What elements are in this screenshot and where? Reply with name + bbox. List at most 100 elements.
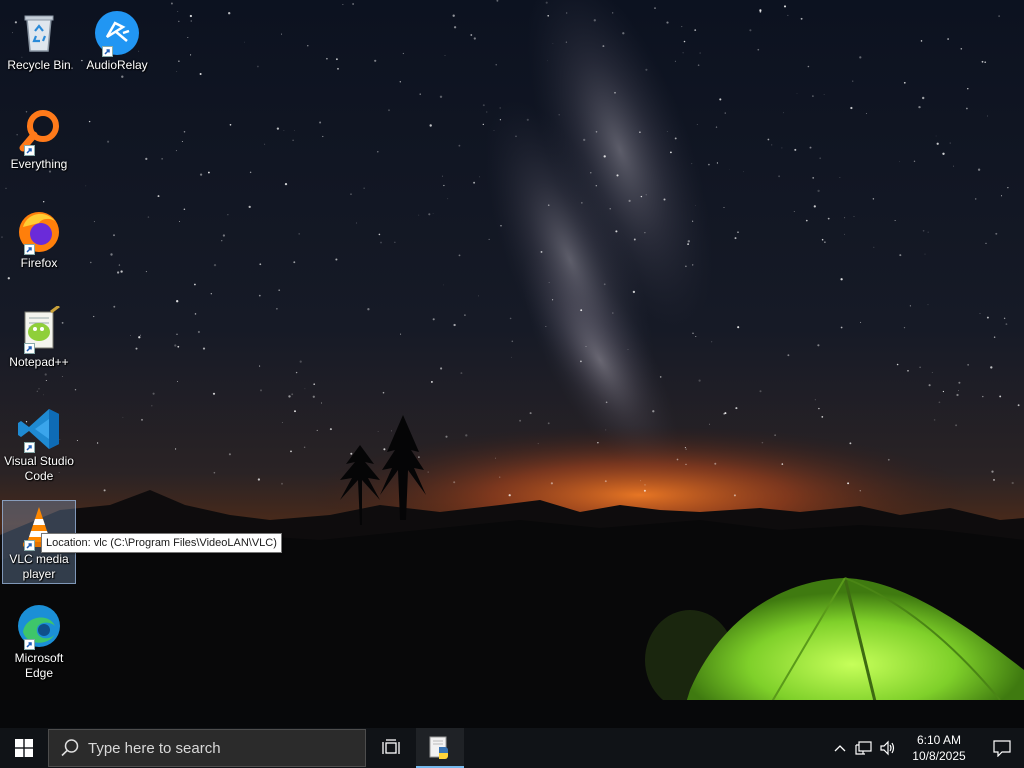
desktop-icon-audiorelay[interactable]: AudioRelay [80,6,154,90]
action-center-button[interactable] [980,728,1024,768]
star [176,71,178,72]
task-view-button[interactable] [368,728,416,768]
star [927,231,929,233]
star [843,233,845,235]
star [696,123,698,125]
star [465,434,468,437]
star [998,15,1000,17]
star [918,105,921,109]
volume-button[interactable] [876,728,900,768]
star [805,219,808,222]
search-input[interactable] [88,739,348,757]
star [183,130,186,133]
star [919,366,921,369]
star [724,412,727,415]
star [439,95,443,99]
star [793,211,795,212]
star [145,271,147,273]
desktop-icon-vscode[interactable]: Visual Studio Code [2,402,76,490]
star [813,205,816,208]
star [955,424,958,427]
desktop-icon-notepadpp[interactable]: Notepad++ [2,303,76,387]
star [545,326,547,327]
network-button[interactable] [852,728,876,768]
star [43,394,44,396]
star [244,41,245,43]
shortcut-arrow-icon [24,639,35,650]
star [194,313,197,315]
desktop-icon-everything[interactable]: Everything [2,105,76,189]
star [927,304,929,306]
start-button[interactable] [0,728,48,768]
star [743,171,744,173]
desktop-icon-label: Microsoft Edge [14,651,64,680]
star [427,471,429,473]
star [652,410,655,413]
star [783,5,787,8]
clock-time: 6:10 AM [916,733,962,747]
icon-location-tooltip: Location: vlc (C:\Program Files\VideoLAN… [41,533,282,553]
star [335,58,338,61]
star [698,379,701,382]
star [734,237,737,240]
star [632,290,636,294]
star [377,151,379,153]
star [147,216,150,218]
star [363,187,365,189]
star [603,283,606,286]
star [367,308,370,311]
star [321,402,323,404]
star [138,336,141,339]
star [714,462,717,465]
star [781,463,784,465]
desktop-icon-recycle-bin[interactable]: Recycle Bin [2,6,76,90]
star [708,163,710,166]
star [692,332,694,335]
star [443,184,445,187]
star [920,40,923,42]
star [695,205,696,207]
star [482,104,485,107]
star [440,367,443,370]
star [666,21,669,24]
star [90,261,92,264]
taskbar-search-box[interactable] [48,729,366,767]
star [322,135,324,138]
star [605,429,607,431]
star [860,321,862,323]
star [183,208,186,210]
star [380,241,382,244]
star [432,213,434,214]
star [470,34,473,36]
star [681,26,683,28]
star [958,390,960,391]
star [850,106,853,110]
star [787,14,789,16]
star [187,36,189,39]
star [227,214,229,216]
star [213,471,216,474]
star [258,294,261,297]
star [711,341,713,343]
show-hidden-icons-button[interactable] [828,728,852,768]
star [473,181,476,184]
star [628,199,631,202]
star [982,395,984,398]
star [293,261,296,264]
star [355,222,358,224]
taskbar-app-python[interactable] [416,728,464,768]
star [787,354,790,357]
star [400,333,402,335]
star [967,88,969,90]
desktop-icon-edge[interactable]: Microsoft Edge [2,599,76,687]
star [999,395,1002,398]
star [453,323,456,327]
chevron-up-icon [834,745,846,752]
star [685,448,687,450]
desktop-icon-firefox[interactable]: Firefox [2,204,76,288]
star [278,289,281,292]
star [949,142,951,144]
star [38,388,40,390]
taskbar-clock[interactable]: 6:10 AM 10/8/2025 [904,732,974,764]
star [580,360,582,363]
